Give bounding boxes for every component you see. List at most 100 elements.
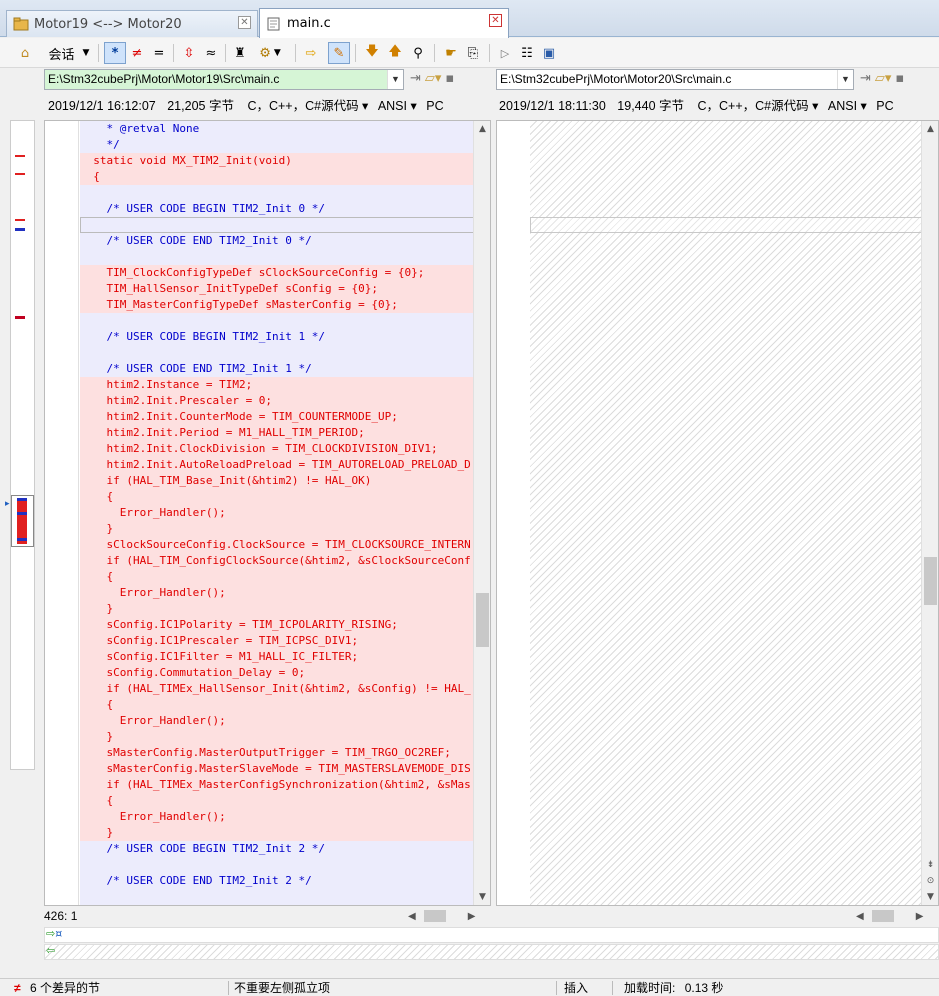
chevron-down-icon[interactable]: ▼ [387,70,403,89]
export-button[interactable]: ▣ [538,42,560,64]
right-encoding-select[interactable]: ANSI ▾ [828,99,867,113]
scroll-left-icon[interactable]: ◀ [856,911,864,922]
format-button[interactable]: ⚙ ▼ [253,42,287,64]
next-diff-button[interactable]: 🡇 [361,42,383,64]
next-diff-icon[interactable]: ⇟ [922,857,938,873]
code-line[interactable]: htim2.Init.CounterMode = TIM_COUNTERMODE… [80,409,474,425]
close-icon[interactable]: ✕ [238,16,251,29]
code-line[interactable]: } [80,521,474,537]
rules-button[interactable]: ♜ [229,42,251,64]
reload-icon[interactable]: ⇥ [410,71,421,86]
left-language-select[interactable]: C，C++，C#源代码 ▾ [247,99,368,113]
code-line[interactable]: htim2.Init.AutoReloadPreload = TIM_AUTOR… [80,457,474,473]
right-horizontal-scrollbar[interactable]: ◀ ▶ [852,907,939,925]
right-code-pane[interactable]: ▲ ⇟ ⊙ ▼ [496,120,939,906]
code-line[interactable]: sConfig.IC1Filter = M1_HALL_IC_FILTER; [80,649,474,665]
scroll-up-icon[interactable]: ▲ [922,121,938,137]
tab-main-c[interactable]: main.c ✕ [259,8,509,38]
code-line[interactable]: } [80,729,474,745]
right-language-select[interactable]: C，C++，C#源代码 ▾ [698,99,819,113]
ignore-unimportant-button[interactable]: ≈ [200,42,222,64]
code-line[interactable]: Error_Handler(); [80,585,474,601]
scroll-up-icon[interactable]: ▲ [474,121,490,137]
right-vertical-scrollbar[interactable]: ▲ ⇟ ⊙ ▼ [921,121,938,905]
code-line[interactable]: */ [80,137,474,153]
code-line[interactable]: Error_Handler(); [80,505,474,521]
prev-diff-button[interactable]: 🡅 [384,42,406,64]
diff-overview[interactable]: ▸ [5,120,35,770]
copy-button[interactable]: ⎘ [462,42,484,64]
home-button[interactable]: ⌂ [14,42,36,64]
left-code-area[interactable]: * @retval None */ static void MX_TIM2_In… [80,121,474,905]
code-line[interactable]: sMasterConfig.MasterOutputTrigger = TIM_… [80,745,474,761]
left-path-input[interactable]: E:\Stm32cubePrj\Motor\Motor19\Src\main.c… [44,69,404,90]
scroll-right-icon[interactable]: ▶ [916,911,924,922]
code-line[interactable]: { [80,169,474,185]
code-line[interactable]: htim2.Init.ClockDivision = TIM_CLOCKDIVI… [80,441,474,457]
find-button[interactable]: ⚲ [407,42,429,64]
right-lineend[interactable]: PC [876,99,893,113]
left-lineend[interactable]: PC [426,99,443,113]
code-line[interactable]: htim2.Init.Prescaler = 0; [80,393,474,409]
code-line[interactable]: static void MX_TIM2_Init(void) [80,153,474,169]
left-encoding-select[interactable]: ANSI ▾ [378,99,417,113]
scroll-right-icon[interactable]: ▶ [468,911,476,922]
code-line[interactable]: } [80,601,474,617]
align-button[interactable]: ☷ [516,42,538,64]
code-line[interactable]: { [80,489,474,505]
expand-button[interactable]: ▷ [494,42,516,64]
code-line[interactable]: } [80,825,474,841]
swap-sides-button[interactable]: ⇨ [300,42,322,64]
code-line[interactable]: { [80,569,474,585]
scroll-thumb[interactable] [871,910,894,922]
right-path-input[interactable]: E:\Stm32cubePrj\Motor\Motor20\Src\main.c… [496,69,854,90]
code-line[interactable]: if (HAL_TIM_Base_Init(&htim2) != HAL_OK) [80,473,474,489]
code-line[interactable]: /* USER CODE BEGIN TIM2_Init 0 */ [80,201,474,217]
code-line[interactable]: sMasterConfig.MasterSlaveMode = TIM_MAST… [80,761,474,777]
code-line[interactable]: htim2.Init.Period = M1_HALL_TIM_PERIOD; [80,425,474,441]
code-line[interactable]: htim2.Instance = TIM2; [80,377,474,393]
close-icon[interactable]: ✕ [489,14,502,27]
context-button[interactable]: ⇳ [178,42,200,64]
tab-session[interactable]: Motor19 <--> Motor20 ✕ [6,10,258,37]
scroll-down-icon[interactable]: ▼ [922,889,938,905]
bookmark-button[interactable]: ☛ [440,42,462,64]
code-line[interactable]: /* USER CODE END TIM2_Init 0 */ [80,233,474,249]
reload-icon[interactable]: ⇥ [860,71,871,86]
code-line[interactable]: sConfig.IC1Prescaler = TIM_ICPSC_DIV1; [80,633,474,649]
code-line[interactable]: { [80,697,474,713]
open-folder-icon[interactable]: ▱▾ [425,71,442,86]
code-line[interactable]: TIM_ClockConfigTypeDef sClockSourceConfi… [80,265,474,281]
show-all-button[interactable]: * [104,42,126,64]
code-line[interactable] [80,185,474,201]
code-line[interactable]: if (HAL_TIM_ConfigClockSource(&htim2, &s… [80,553,474,569]
scroll-thumb[interactable] [423,910,446,922]
left-horizontal-scrollbar[interactable]: ◀ ▶ [404,907,491,925]
edit-button[interactable]: ✎ [328,42,350,64]
open-folder-icon[interactable]: ▱▾ [875,71,892,86]
code-line[interactable]: Error_Handler(); [80,713,474,729]
save-icon[interactable]: ▪ [895,71,904,86]
code-line[interactable]: sConfig.Commutation_Delay = 0; [80,665,474,681]
left-code-pane[interactable]: * @retval None */ static void MX_TIM2_In… [44,120,491,906]
code-line[interactable] [80,249,474,265]
code-line[interactable]: if (HAL_TIMEx_MasterConfigSynchronizatio… [80,777,474,793]
code-line[interactable] [80,313,474,329]
show-differences-button[interactable]: ≠ [126,42,148,64]
scroll-down-icon[interactable]: ▼ [474,889,490,905]
code-line[interactable]: /* USER CODE END TIM2_Init 2 */ [80,873,474,889]
code-line[interactable]: /* USER CODE BEGIN TIM2_Init 2 */ [80,841,474,857]
scroll-left-icon[interactable]: ◀ [408,911,416,922]
code-line[interactable] [80,345,474,361]
code-line[interactable]: TIM_HallSensor_InitTypeDef sConfig = {0}… [80,281,474,297]
scroll-thumb[interactable] [924,557,937,605]
scroll-thumb[interactable] [476,593,489,647]
code-line[interactable]: TIM_MasterConfigTypeDef sMasterConfig = … [80,297,474,313]
code-line[interactable] [80,857,474,873]
code-line[interactable]: sConfig.IC1Polarity = TIM_ICPOLARITY_RIS… [80,617,474,633]
code-line[interactable]: /* USER CODE BEGIN TIM2_Init 1 */ [80,329,474,345]
left-vertical-scrollbar[interactable]: ▲ ▼ [473,121,490,905]
code-line[interactable]: /* USER CODE END TIM2_Init 1 */ [80,361,474,377]
overview-viewport[interactable] [11,495,34,547]
code-line[interactable]: if (HAL_TIMEx_HallSensor_Init(&htim2, &s… [80,681,474,697]
